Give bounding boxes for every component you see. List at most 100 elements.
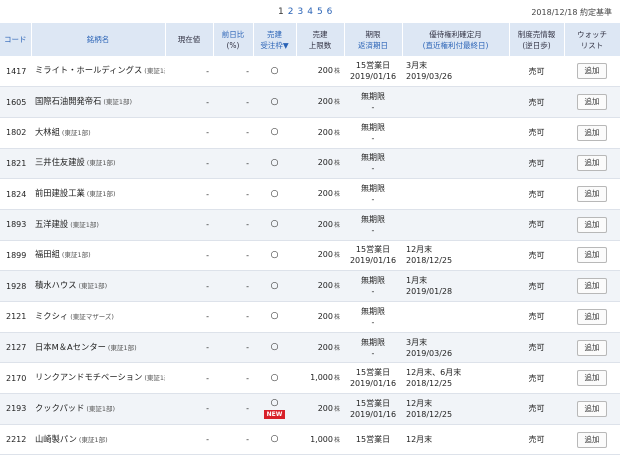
price-change: - <box>213 209 253 241</box>
yutai-cell <box>402 117 509 149</box>
table-row: 1899 福田組 (東証1部) - - ○ 200株 15営業日 2019/01/16 12月末 2… <box>0 240 620 272</box>
page-link-6[interactable]: 6 <box>327 7 333 17</box>
market-label: (東証1部) <box>70 220 99 229</box>
stock-name-link[interactable]: ミライト・ホールディングス <box>35 65 142 75</box>
stock-name-link[interactable]: 三井住友建設 <box>35 157 85 167</box>
term-label: 無期限 <box>361 184 385 194</box>
term-cell: 15営業日 2019/01/16 <box>344 362 402 395</box>
stock-name-link[interactable]: 大林組 <box>35 127 60 137</box>
add-to-watchlist-button[interactable]: 追加 <box>577 278 607 295</box>
term-label: 15営業日 <box>355 398 391 408</box>
add-to-watchlist-button[interactable]: 追加 <box>577 155 607 172</box>
stock-name-cell: ミクシィ (東証マザーズ) <box>31 301 165 333</box>
stock-name-link[interactable]: 山崎製パン <box>35 434 77 444</box>
yutai-cell <box>402 301 509 333</box>
add-to-watchlist-button[interactable]: 追加 <box>577 431 607 448</box>
top-bar: 123456 2018/12/18 約定基準 <box>0 0 620 23</box>
pagination: 123456 <box>278 7 336 17</box>
stock-name-link[interactable]: 五洋建設 <box>35 219 68 229</box>
table-row: 2121 ミクシィ (東証マザーズ) - - ○ 200株 無期限 - 売可 追加 <box>0 301 620 333</box>
quota-circle: ○ <box>270 157 279 168</box>
stock-name-cell: 大林組 (東証1部) <box>31 117 165 149</box>
current-price: - <box>165 86 213 118</box>
quota-circle: ○ <box>270 219 279 230</box>
watchlist-cell: 追加 <box>564 362 620 395</box>
header-term[interactable]: 期限 返済期日 <box>344 23 403 56</box>
stock-name-link[interactable]: 日本M＆Aセンター <box>35 342 106 352</box>
stock-name-cell: 国際石油開発帝石 (東証1部) <box>31 86 165 118</box>
limit-unit: 株 <box>333 313 340 321</box>
price-change: - <box>213 424 253 455</box>
stock-code: 2193 <box>0 393 31 425</box>
term-cell: 無期限 - <box>344 209 402 241</box>
add-to-watchlist-button[interactable]: 追加 <box>577 339 607 356</box>
limit-unit: 株 <box>333 405 340 413</box>
stock-name-link[interactable]: リンクアンドモチベーション <box>35 372 142 382</box>
limit-value: 200 <box>317 342 333 352</box>
header-code[interactable]: コード <box>0 23 32 56</box>
yutai-month: 3月末 <box>406 337 428 347</box>
system-short-status: 売可 <box>509 56 564 88</box>
add-to-watchlist-button[interactable]: 追加 <box>577 94 607 111</box>
add-to-watchlist-button[interactable]: 追加 <box>577 124 607 141</box>
short-quota-status: ○ <box>253 117 296 149</box>
limit-value: 200 <box>317 311 333 321</box>
limit-value: 1,000 <box>310 434 333 444</box>
header-name[interactable]: 銘柄名 <box>31 23 166 56</box>
stock-name-link[interactable]: 国際石油開発帝石 <box>35 96 101 106</box>
short-limit: 200株 <box>296 301 344 333</box>
limit-value: 200 <box>317 127 333 137</box>
header-change[interactable]: 前日比 (%) <box>213 23 254 56</box>
yutai-month: 12月末、6月末 <box>406 368 462 378</box>
yutai-month: 12月末 <box>406 435 433 445</box>
repay-date: 2019/01/16 <box>349 379 397 389</box>
repay-date: - <box>371 317 375 327</box>
limit-value: 200 <box>317 158 333 168</box>
page-link-3[interactable]: 3 <box>297 7 303 17</box>
add-to-watchlist-button[interactable]: 追加 <box>577 216 607 233</box>
table-row: 1821 三井住友建設 (東証1部) - - ○ 200株 無期限 - 売可 追加 <box>0 148 620 180</box>
page-link-2[interactable]: 2 <box>288 7 294 17</box>
header-yutai[interactable]: 優待権利確定月 (直近権利付最終日) <box>402 23 510 56</box>
yutai-cell <box>402 178 509 210</box>
system-short-status: 売可 <box>509 332 564 364</box>
short-limit: 200株 <box>296 393 344 425</box>
stock-name-link[interactable]: 前田建設工業 <box>35 188 85 198</box>
limit-unit: 株 <box>333 221 340 229</box>
add-to-watchlist-button[interactable]: 追加 <box>577 308 607 325</box>
stock-code: 2212 <box>0 424 31 455</box>
add-to-watchlist-button[interactable]: 追加 <box>577 370 607 387</box>
short-sell-table: コード 銘柄名 現在値 前日比 (%) 売建 受注枠▼ 売建 上限数 期限 返済期日 優… <box>0 23 620 455</box>
add-to-watchlist-button[interactable]: 追加 <box>577 63 607 80</box>
page-link-4[interactable]: 4 <box>307 7 313 17</box>
market-label: (東証1部) <box>144 67 165 76</box>
limit-value: 200 <box>317 281 333 291</box>
new-badge: NEW <box>263 409 286 419</box>
term-cell: 15営業日 <box>344 424 402 455</box>
system-short-status: 売可 <box>509 148 564 180</box>
yutai-last-date: 2019/03/26 <box>406 348 453 358</box>
current-price: - <box>165 424 213 455</box>
stock-name-cell: クックパッド (東証1部) <box>31 393 165 425</box>
stock-name-cell: 前田建設工業 (東証1部) <box>31 178 165 210</box>
stock-name-link[interactable]: 福田組 <box>35 249 60 259</box>
term-label: 15営業日 <box>355 368 391 378</box>
stock-name-link[interactable]: クックパッド <box>35 403 84 413</box>
header-short-quota[interactable]: 売建 受注枠▼ <box>253 23 297 56</box>
add-to-watchlist-button[interactable]: 追加 <box>577 186 607 203</box>
stock-name-link[interactable]: ミクシィ <box>35 311 68 321</box>
stock-name-link[interactable]: 積水ハウス <box>35 280 77 290</box>
watchlist-cell: 追加 <box>564 393 620 425</box>
current-price: - <box>165 393 213 425</box>
page-link-5[interactable]: 5 <box>317 7 323 17</box>
quota-circle: ○ <box>270 372 279 383</box>
stock-name-cell: 山崎製パン (東証1部) <box>31 424 165 455</box>
watchlist-cell: 追加 <box>564 86 620 118</box>
market-label: (東証1部) <box>78 282 108 291</box>
term-label: 15営業日 <box>355 61 391 71</box>
limit-value: 200 <box>317 219 333 229</box>
term-label: 無期限 <box>361 306 385 316</box>
short-limit: 200株 <box>296 148 344 180</box>
add-to-watchlist-button[interactable]: 追加 <box>577 247 607 264</box>
add-to-watchlist-button[interactable]: 追加 <box>577 400 607 417</box>
